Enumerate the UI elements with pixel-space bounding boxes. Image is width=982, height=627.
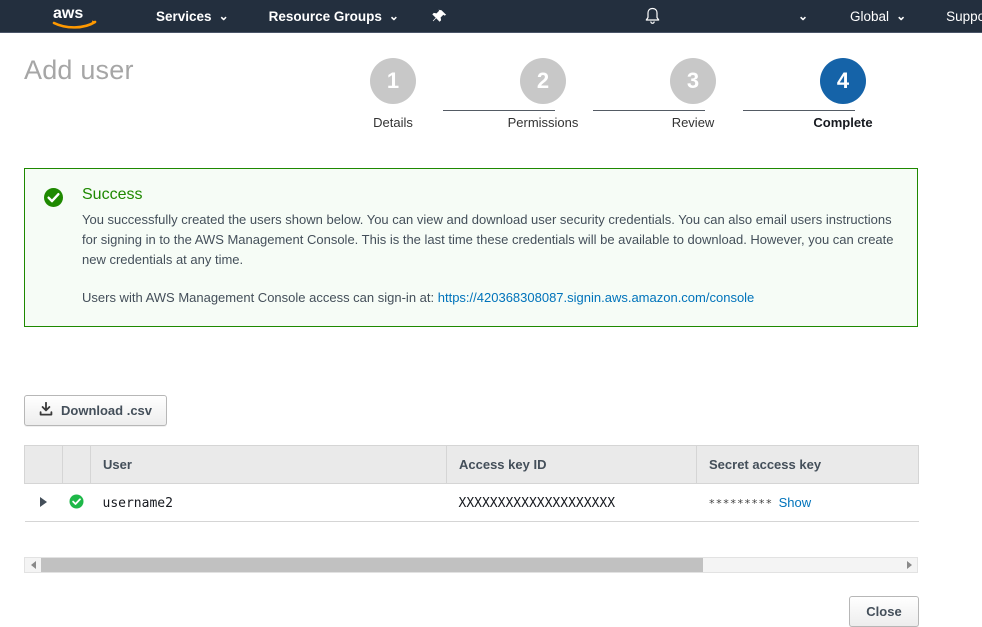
arrow-right-icon[interactable] bbox=[901, 558, 917, 572]
user-name: username2 bbox=[102, 495, 173, 511]
table-header-row: User Access key ID Secret access key bbox=[24, 445, 919, 484]
success-alert: Success You successfully created the use… bbox=[24, 168, 918, 327]
wizard-step-permissions[interactable]: 2 Permissions bbox=[493, 58, 593, 130]
show-secret-link[interactable]: Show bbox=[779, 495, 812, 510]
step-circle-4: 4 bbox=[820, 58, 866, 104]
step-label-1: Details bbox=[373, 115, 413, 130]
nav-resource-groups[interactable]: Resource Groups ⌄ bbox=[263, 0, 405, 33]
chevron-down-icon: ⌄ bbox=[388, 9, 399, 23]
nav-services[interactable]: Services ⌄ bbox=[150, 0, 235, 33]
page-title: Add user bbox=[24, 55, 134, 85]
step-circle-1: 1 bbox=[370, 58, 416, 104]
row-expand-toggle[interactable] bbox=[24, 483, 63, 522]
aws-logo[interactable]: aws bbox=[52, 2, 98, 30]
check-circle-icon bbox=[69, 494, 84, 512]
table-body: username2 XXXXXXXXXXXXXXXXXXXX *********… bbox=[24, 483, 919, 522]
wizard-steps: 1 Details 2 Permissions 3 Review 4 Compl… bbox=[355, 58, 880, 138]
header-secret-access-key: Secret access key bbox=[696, 445, 919, 484]
check-circle-icon bbox=[43, 187, 65, 308]
step-circle-2: 2 bbox=[520, 58, 566, 104]
access-key-id-value: XXXXXXXXXXXXXXXXXXXX bbox=[458, 495, 616, 511]
wizard-step-complete[interactable]: 4 Complete bbox=[793, 58, 893, 130]
download-icon bbox=[39, 401, 53, 419]
header-expand bbox=[24, 445, 63, 484]
svg-text:aws: aws bbox=[53, 5, 83, 22]
pushpin-icon[interactable] bbox=[431, 8, 447, 24]
chevron-down-icon: ⌄ bbox=[797, 9, 809, 23]
row-secret-access-key-cell: ********* Show bbox=[696, 483, 919, 522]
close-button[interactable]: Close bbox=[849, 596, 919, 627]
row-user-cell: username2 bbox=[90, 483, 447, 522]
scrollbar-thumb[interactable] bbox=[41, 558, 704, 572]
nav-account-menu[interactable]: ⌄ bbox=[785, 0, 814, 33]
alert-title: Success bbox=[82, 186, 143, 203]
header-user: User bbox=[90, 445, 447, 484]
nav-support-label: Support bbox=[946, 8, 982, 24]
step-label-4: Complete bbox=[813, 115, 873, 130]
header-status bbox=[62, 445, 91, 484]
chevron-down-icon: ⌄ bbox=[218, 9, 229, 23]
table-header: User Access key ID Secret access key bbox=[24, 445, 919, 484]
download-csv-label: Download .csv bbox=[61, 403, 153, 418]
top-navbar: aws Services ⌄ Resource Groups ⌄ ⌄ Globa… bbox=[0, 0, 982, 33]
nav-services-label: Services bbox=[156, 8, 212, 24]
notifications-bell-icon[interactable] bbox=[644, 7, 661, 26]
nav-region-selector[interactable]: Global ⌄ bbox=[844, 0, 912, 33]
credentials-table: User Access key ID Secret access key use… bbox=[24, 445, 919, 522]
alert-body-text: You successfully created the users shown… bbox=[82, 212, 894, 267]
nav-resource-groups-label: Resource Groups bbox=[268, 8, 382, 24]
expand-triangle-icon bbox=[40, 497, 47, 507]
wizard-step-details[interactable]: 1 Details bbox=[343, 58, 443, 130]
row-status-cell bbox=[62, 483, 91, 522]
arrow-left-icon[interactable] bbox=[25, 558, 41, 572]
step-label-3: Review bbox=[671, 115, 715, 130]
header-access-key-id: Access key ID bbox=[446, 445, 697, 484]
signin-url-link[interactable]: https://420368308087.signin.aws.amazon.c… bbox=[438, 290, 755, 305]
alert-signin-line: Users with AWS Management Console access… bbox=[82, 288, 899, 308]
close-button-label: Close bbox=[866, 604, 902, 619]
download-csv-button[interactable]: Download .csv bbox=[24, 395, 168, 426]
nav-support-menu[interactable]: Support ⌄ bbox=[940, 0, 982, 33]
row-access-key-id-cell: XXXXXXXXXXXXXXXXXXXX bbox=[446, 483, 697, 522]
wizard-step-review[interactable]: 3 Review bbox=[643, 58, 743, 130]
horizontal-scrollbar[interactable] bbox=[24, 557, 918, 573]
credentials-table-wrapper: User Access key ID Secret access key use… bbox=[24, 445, 919, 522]
alert-signin-prefix: Users with AWS Management Console access… bbox=[82, 290, 435, 305]
scrollbar-track[interactable] bbox=[41, 558, 901, 572]
nav-region-label: Global bbox=[850, 8, 890, 24]
chevron-down-icon: ⌄ bbox=[896, 9, 907, 23]
table-row: username2 XXXXXXXXXXXXXXXXXXXX *********… bbox=[24, 483, 919, 522]
step-circle-3: 3 bbox=[670, 58, 716, 104]
step-label-2: Permissions bbox=[507, 115, 579, 130]
secret-access-key-mask: ********* bbox=[708, 497, 773, 510]
